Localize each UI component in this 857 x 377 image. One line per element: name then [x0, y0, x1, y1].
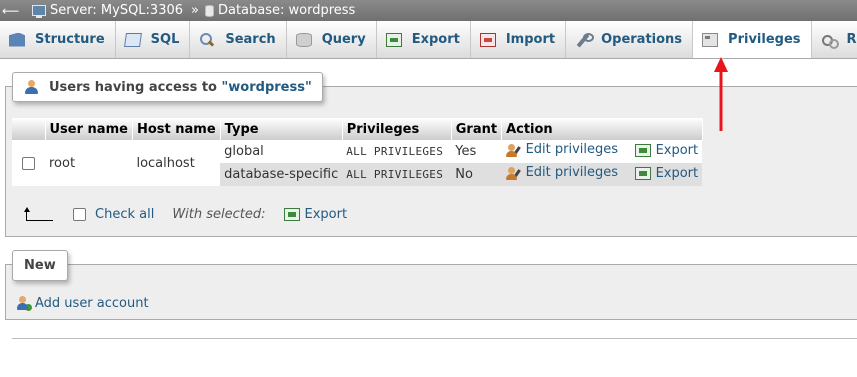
- column-header-select: [12, 118, 46, 140]
- check-all-link[interactable]: Check all: [95, 207, 154, 222]
- tab-bar: Structure SQL Search Query Export Import…: [0, 21, 857, 59]
- sql-icon: [123, 32, 142, 47]
- tab-query[interactable]: Query: [287, 21, 377, 58]
- edit-privileges-link[interactable]: Edit privileges: [505, 142, 619, 158]
- action-cell: Edit privileges Export: [501, 140, 703, 163]
- tab-sql[interactable]: SQL: [116, 21, 191, 58]
- export-label: Export: [655, 142, 699, 158]
- export-label: Export: [655, 165, 699, 181]
- column-header-host: Host name: [132, 118, 221, 140]
- type-cell: database-specific: [220, 163, 343, 186]
- tab-query-label: Query: [321, 32, 366, 47]
- host-cell: localhost: [132, 140, 221, 186]
- breadcrumb-database-label[interactable]: Database: wordpress: [218, 3, 355, 18]
- add-user-account-label: Add user account: [35, 296, 149, 311]
- row-checkbox-root[interactable]: [22, 156, 35, 170]
- check-all-checkbox[interactable]: [73, 207, 86, 221]
- type-cell: global: [220, 140, 343, 163]
- export-icon: [634, 166, 651, 180]
- edit-user-icon: [505, 143, 521, 157]
- select-arrow-icon: [24, 207, 53, 221]
- tab-export[interactable]: Export: [377, 21, 471, 58]
- breadcrumb-database[interactable]: Database: wordpress: [204, 3, 355, 18]
- divider: [12, 338, 857, 339]
- grant-cell: Yes: [451, 140, 502, 163]
- edit-privileges-label: Edit privileges: [525, 165, 619, 181]
- column-header-user: User name: [45, 118, 133, 140]
- table-row: root localhost global ALL PRIVILEGES Yes…: [12, 140, 703, 186]
- add-user-icon: [17, 296, 32, 311]
- tab-export-label: Export: [411, 32, 460, 47]
- tab-structure[interactable]: Structure: [0, 21, 116, 58]
- privileges-cell: ALL PRIVILEGES: [342, 140, 452, 163]
- tab-operations[interactable]: Operations: [566, 21, 694, 58]
- with-selected-label: With selected:: [172, 206, 266, 222]
- structure-icon: [9, 32, 25, 47]
- user-cell: root: [45, 140, 133, 186]
- privileges-cell: ALL PRIVILEGES: [342, 163, 452, 186]
- edit-privileges-label: Edit privileges: [525, 142, 619, 158]
- breadcrumb-server-label[interactable]: Server: MySQL:3306: [50, 3, 183, 18]
- export-icon: [634, 143, 651, 157]
- column-header-privileges: Privileges: [342, 118, 452, 140]
- import-icon: [479, 32, 496, 47]
- bulk-export-label: Export: [304, 206, 348, 222]
- tab-privileges[interactable]: Privileges: [693, 21, 812, 58]
- users-legend-prefix: Users having access to: [49, 79, 217, 95]
- query-icon: [295, 32, 312, 47]
- wrench-icon: [575, 32, 595, 47]
- breadcrumb-separator: »: [191, 3, 199, 18]
- select-cell: [12, 140, 45, 186]
- tab-structure-label: Structure: [35, 32, 105, 47]
- tab-privileges-label: Privileges: [728, 32, 801, 47]
- table-header-row: User name Host name Type Privileges Gran…: [12, 118, 703, 140]
- tab-search-label: Search: [225, 32, 276, 47]
- add-user-account-link[interactable]: Add user account: [17, 296, 149, 311]
- privileges-icon: [702, 32, 719, 47]
- new-legend: New: [12, 250, 68, 281]
- annotation-arrow-icon: [714, 57, 728, 131]
- breadcrumb: ⟵ Server: MySQL:3306 » Database: wordpre…: [0, 0, 857, 21]
- bulk-actions: Check all With selected: Export: [24, 203, 347, 225]
- users-legend: Users having access to "wordpress": [12, 72, 323, 102]
- tab-routines[interactable]: Routines: [812, 21, 857, 58]
- user-icon: [25, 80, 39, 94]
- database-icon: [204, 4, 214, 17]
- tab-import[interactable]: Import: [471, 21, 567, 58]
- tab-operations-label: Operations: [601, 32, 683, 47]
- tab-search[interactable]: Search: [190, 21, 287, 58]
- edit-user-icon: [505, 166, 521, 180]
- grant-cell: No: [451, 163, 502, 186]
- users-legend-db: "wordpress": [221, 79, 312, 95]
- export-link[interactable]: Export: [634, 165, 699, 181]
- tab-routines-label: Routines: [846, 32, 857, 47]
- column-header-type: Type: [220, 118, 343, 140]
- column-header-grant: Grant: [451, 118, 503, 140]
- tab-import-label: Import: [505, 32, 556, 47]
- back-arrow-icon[interactable]: ⟵: [2, 4, 19, 18]
- bulk-export-link[interactable]: Export: [283, 206, 348, 222]
- server-icon: [32, 5, 46, 18]
- export-link[interactable]: Export: [634, 142, 699, 158]
- column-header-action: Action: [501, 118, 703, 140]
- privileges-table: User name Host name Type Privileges Gran…: [12, 118, 703, 186]
- action-cell: Edit privileges Export: [501, 163, 703, 186]
- edit-privileges-link[interactable]: Edit privileges: [505, 165, 619, 181]
- export-icon: [283, 207, 300, 221]
- new-fieldset: [5, 264, 857, 320]
- export-icon: [385, 32, 402, 47]
- routines-icon: [821, 33, 839, 49]
- search-icon: [199, 32, 215, 47]
- breadcrumb-server[interactable]: Server: MySQL:3306: [16, 3, 183, 18]
- tab-sql-label: SQL: [150, 32, 180, 47]
